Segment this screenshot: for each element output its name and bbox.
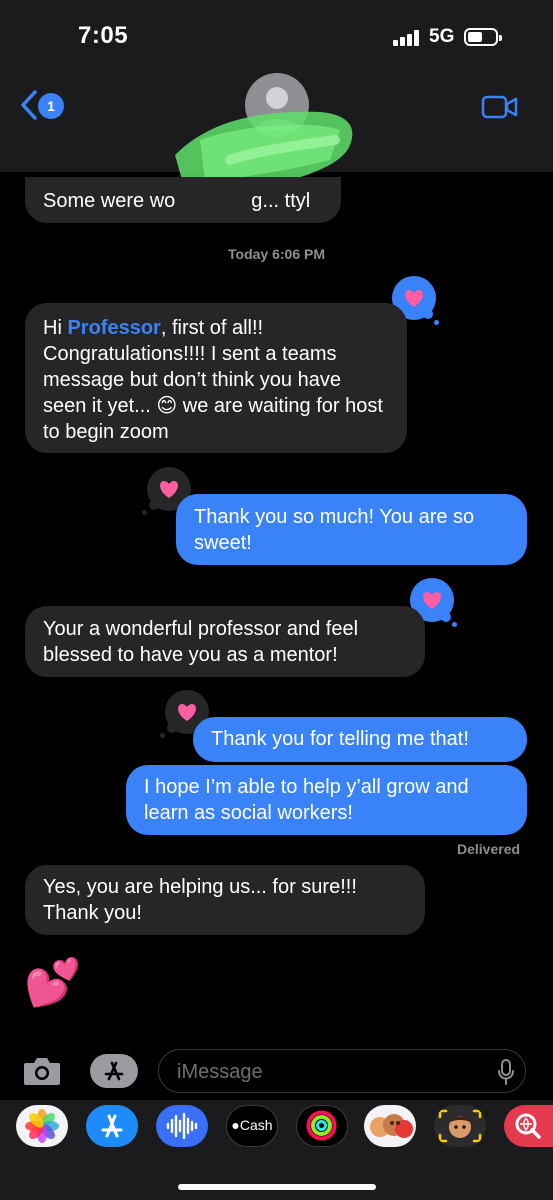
message-incoming[interactable]: Hi Professor, first of all!! Congratulat… [25, 303, 407, 453]
back-button[interactable]: 1 [20, 88, 70, 124]
audio-message-app-icon[interactable] [156, 1105, 208, 1147]
battery-icon [464, 28, 502, 46]
mention-professor[interactable]: Professor [67, 317, 160, 339]
app-store-app-icon[interactable] [86, 1105, 138, 1147]
message-text-end: g... ttyl [251, 190, 311, 212]
home-indicator[interactable] [178, 1184, 376, 1190]
message-text: Some were wo [43, 190, 176, 212]
message-outgoing[interactable]: Thank you so much! You are so sweet! [176, 494, 527, 565]
message-incoming[interactable]: Your a wonderful professor and feel bles… [25, 606, 425, 677]
apple-cash-app-icon[interactable]: ●Cash [226, 1105, 278, 1147]
message-timestamp: Today 6:06 PM [228, 246, 325, 262]
message-outgoing[interactable]: Thank you for telling me that! [193, 717, 527, 762]
search-images-app-icon[interactable] [504, 1105, 553, 1147]
message-input[interactable] [175, 1058, 479, 1086]
status-time: 7:05 [78, 22, 129, 49]
imessage-input-field[interactable] [158, 1049, 526, 1093]
cellular-signal-icon [393, 30, 423, 46]
delivered-status: Delivered [457, 841, 521, 857]
facetime-video-button[interactable] [481, 94, 519, 120]
message-emoji[interactable]: 💕 [24, 952, 81, 1012]
photos-app-icon[interactable] [16, 1105, 68, 1147]
message-incoming-partial[interactable]: Some were wo g... ttyl [25, 177, 341, 223]
memoji-stickers-app-icon[interactable] [364, 1105, 416, 1147]
unread-badge: 1 [38, 93, 64, 119]
apple-logo-icon: ● [231, 1117, 240, 1133]
network-type: 5G [429, 26, 455, 47]
camera-button[interactable] [22, 1055, 62, 1087]
microphone-icon[interactable] [497, 1059, 515, 1085]
chevron-left-icon [21, 90, 37, 120]
app-store-button[interactable] [89, 1053, 139, 1089]
activity-app-icon[interactable] [296, 1105, 348, 1147]
message-incoming[interactable]: Yes, you are helping us... for sure!!! T… [25, 865, 425, 935]
message-outgoing[interactable]: I hope I’m able to help y’all grow and l… [126, 765, 527, 835]
memoji-app-icon[interactable] [434, 1105, 486, 1147]
